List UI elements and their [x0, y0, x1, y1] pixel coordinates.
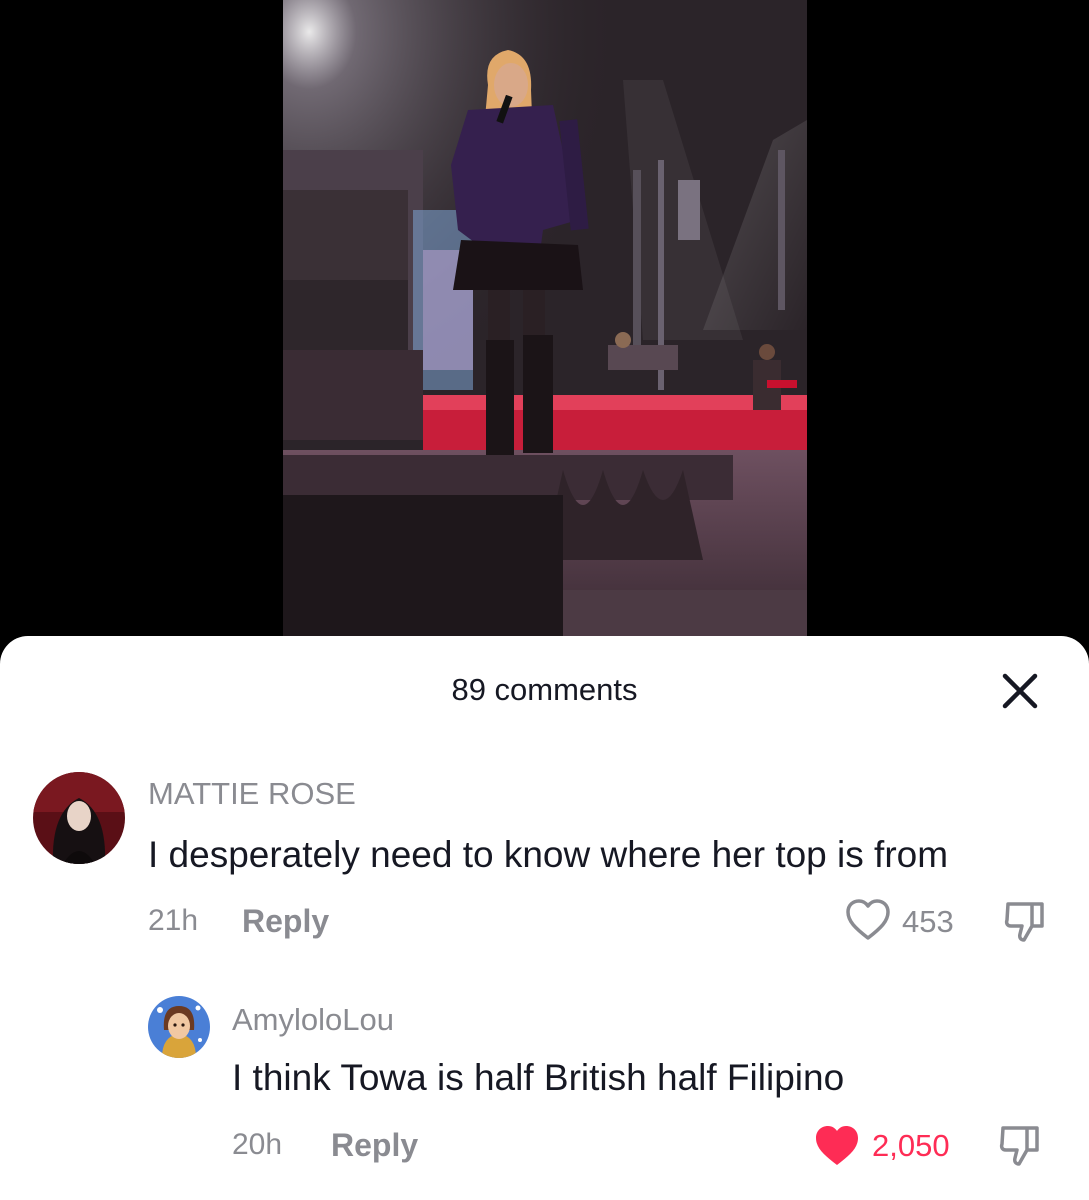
- avatar[interactable]: [33, 772, 125, 864]
- reply-comment-item: AmyloloLou I think Towa is half British …: [0, 994, 1089, 1184]
- app-screen: 89 comments MATTIE ROSE I desperately ne…: [0, 0, 1089, 1200]
- thumbs-down-icon: [1004, 902, 1044, 942]
- user-avatar-image: [33, 772, 125, 864]
- user-avatar-image: [148, 996, 210, 1058]
- comment-timestamp: 20h: [232, 1128, 283, 1161]
- like-button[interactable]: [813, 1124, 861, 1173]
- like-count: 2,050: [872, 1128, 950, 1163]
- comment-text: I think Towa is half British half Filipi…: [232, 1057, 845, 1098]
- reply-button[interactable]: Reply: [242, 903, 329, 940]
- comment-item: MATTIE ROSE I desperately need to know w…: [0, 766, 1089, 946]
- comment-timestamp: 21h: [148, 904, 199, 937]
- comment-username[interactable]: AmyloloLou: [232, 1002, 394, 1038]
- video-player[interactable]: [283, 0, 807, 636]
- comments-sheet: 89 comments MATTIE ROSE I desperately ne…: [0, 636, 1089, 1200]
- comments-count-title: 89 comments: [451, 672, 638, 707]
- comment-username[interactable]: MATTIE ROSE: [148, 776, 356, 812]
- like-button[interactable]: [845, 898, 891, 947]
- close-icon: [1002, 673, 1038, 709]
- dislike-button[interactable]: [997, 1122, 1043, 1173]
- thumbs-down-icon: [999, 1126, 1039, 1166]
- dislike-button[interactable]: [1002, 898, 1048, 949]
- avatar[interactable]: [148, 996, 210, 1058]
- like-count: 453: [902, 904, 954, 939]
- close-button[interactable]: [1001, 672, 1039, 710]
- reply-button[interactable]: Reply: [331, 1127, 418, 1164]
- heart-icon: [816, 1126, 858, 1165]
- heart-icon: [846, 899, 890, 940]
- concert-video-frame: [283, 0, 807, 636]
- comment-text: I desperately need to know where her top…: [148, 834, 949, 875]
